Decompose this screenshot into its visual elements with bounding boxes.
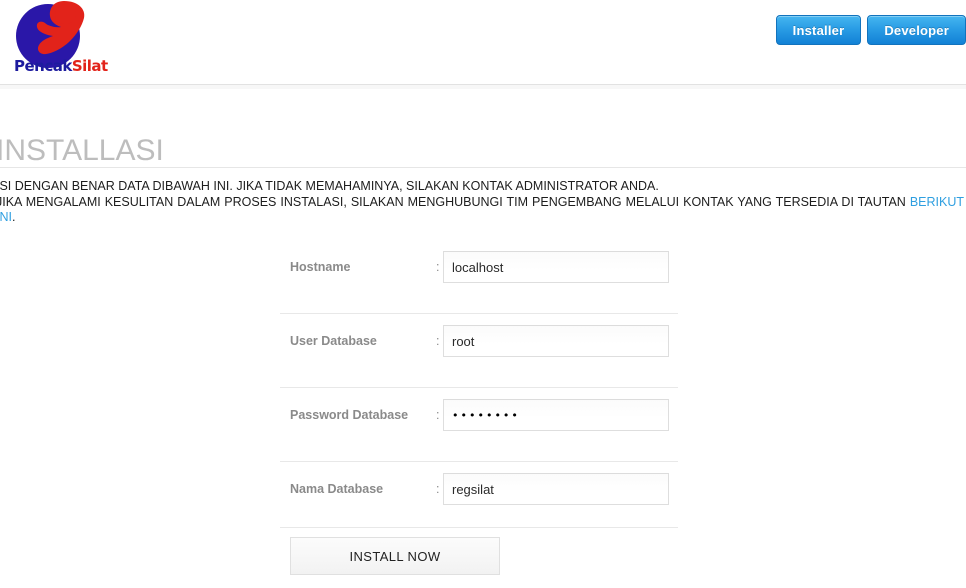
password-database-label: Password Database [290,408,409,422]
logo-wordmark: PencakSilat [14,58,108,74]
form-row-password-database: Password Database : [280,388,680,462]
site-header: PencakSilat Installer Developer [0,0,966,84]
form-row-hostname: Hostname : [280,240,680,314]
page-title: INSTALLASI [0,134,164,167]
intro-line-1: ISI DENGAN BENAR DATA DIBAWAH INI. JIKA … [0,179,659,193]
pencak-silat-figure-icon [36,1,85,55]
form-row-nama-database: Nama Database : [280,462,680,528]
header-divider-shadow [0,85,966,89]
password-database-separator: : [436,408,440,422]
submit-area: INSTALL NOW [280,537,680,588]
hostname-label: Hostname [290,260,351,274]
row-divider [280,527,678,528]
nama-database-separator: : [436,482,440,496]
nama-database-label: Nama Database [290,482,384,496]
install-now-button[interactable]: INSTALL NOW [290,537,500,575]
top-navigation: Installer Developer [775,15,966,45]
logo-word-pencak: Pencak [14,57,72,75]
user-database-input[interactable] [443,325,669,357]
intro-line-2-period: . [11,210,16,224]
intro-line-2: JIKA MENGALAMI KESULITAN DALAM PROSES IN… [0,195,964,226]
nav-installer-button[interactable]: Installer [775,15,862,45]
intro-text: ISI DENGAN BENAR DATA DIBAWAH INI. JIKA … [0,179,966,226]
hostname-input[interactable] [443,251,669,283]
password-database-input[interactable] [443,399,669,431]
site-logo[interactable]: PencakSilat [8,0,108,82]
nav-developer-button[interactable]: Developer [867,15,966,45]
installation-form: Hostname : User Database : Password Data… [280,240,680,588]
form-row-user-database: User Database : [280,314,680,388]
hostname-separator: : [436,260,440,274]
intro-line-2-text: JIKA MENGALAMI KESULITAN DALAM PROSES IN… [0,194,910,209]
installer-page: PencakSilat Installer Developer INSTALLA… [0,0,966,588]
nama-database-input[interactable] [443,473,669,505]
logo-word-silat: Silat [71,57,108,75]
user-database-label: User Database [290,334,377,348]
user-database-separator: : [436,334,440,348]
title-divider [0,167,966,168]
